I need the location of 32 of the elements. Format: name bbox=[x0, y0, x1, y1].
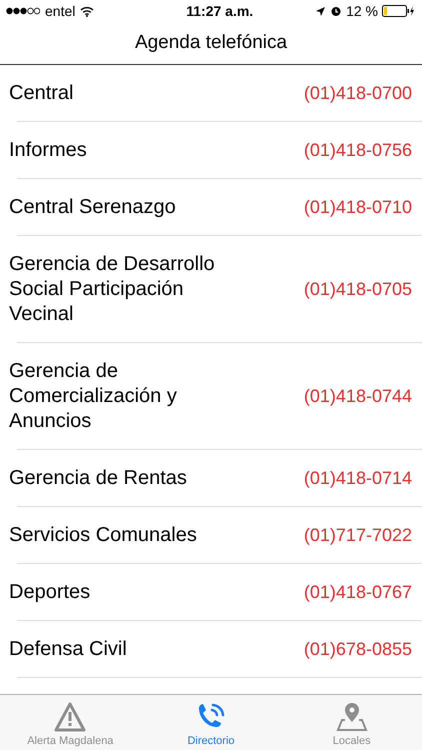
contact-name: Central bbox=[9, 80, 74, 106]
phone-link[interactable]: (01)418-0700 bbox=[304, 80, 412, 106]
clock-time: 11:27 a.m. bbox=[186, 2, 254, 20]
contact-name: Gerencia de Desarrollo Social Participación Vecinal bbox=[9, 252, 216, 326]
phone-link[interactable]: (01)678-0855 bbox=[304, 636, 412, 662]
phone-link[interactable]: (01)717-7022 bbox=[304, 522, 412, 548]
battery-percent: 12 % bbox=[346, 2, 378, 20]
location-arrow-icon bbox=[315, 6, 326, 16]
warning-triangle-icon bbox=[54, 702, 86, 732]
contact-name: Deportes bbox=[9, 580, 92, 604]
carrier-name: entel bbox=[45, 2, 76, 20]
tab-bar-item[interactable]: Locales bbox=[281, 695, 422, 750]
phone-link[interactable]: (01)418-0756 bbox=[304, 138, 412, 162]
tab-bar-item[interactable]: Directorio bbox=[140, 695, 282, 750]
alarm-clock-icon bbox=[330, 5, 342, 17]
contact-name: Gerencia de Comercialización y Anuncios bbox=[9, 358, 178, 434]
phone-link[interactable]: (01)418-0767 bbox=[304, 580, 412, 604]
contact-name: Defensa Civil bbox=[9, 636, 128, 662]
phone-link[interactable]: (01)418-0710 bbox=[304, 194, 412, 220]
phone-link[interactable]: (01)418-0744 bbox=[304, 384, 412, 408]
wifi-icon bbox=[80, 6, 94, 16]
contact-name: Servicios Comunales bbox=[9, 522, 198, 548]
contact-name: Central Serenazgo bbox=[9, 194, 177, 220]
tab-bar-item[interactable]: Alerta Magdalena bbox=[0, 695, 141, 750]
phone-link[interactable]: (01)418-0714 bbox=[304, 466, 412, 490]
phone-link[interactable]: (01)418-0705 bbox=[304, 276, 412, 302]
signal-icon bbox=[6, 7, 40, 15]
map-pin-icon bbox=[336, 702, 368, 732]
screen-title: Agenda telefónica bbox=[134, 30, 288, 55]
contact-name: Informes bbox=[9, 138, 88, 162]
contact-name: Gerencia de Rentas bbox=[9, 466, 188, 490]
battery-charging-icon bbox=[382, 5, 416, 17]
